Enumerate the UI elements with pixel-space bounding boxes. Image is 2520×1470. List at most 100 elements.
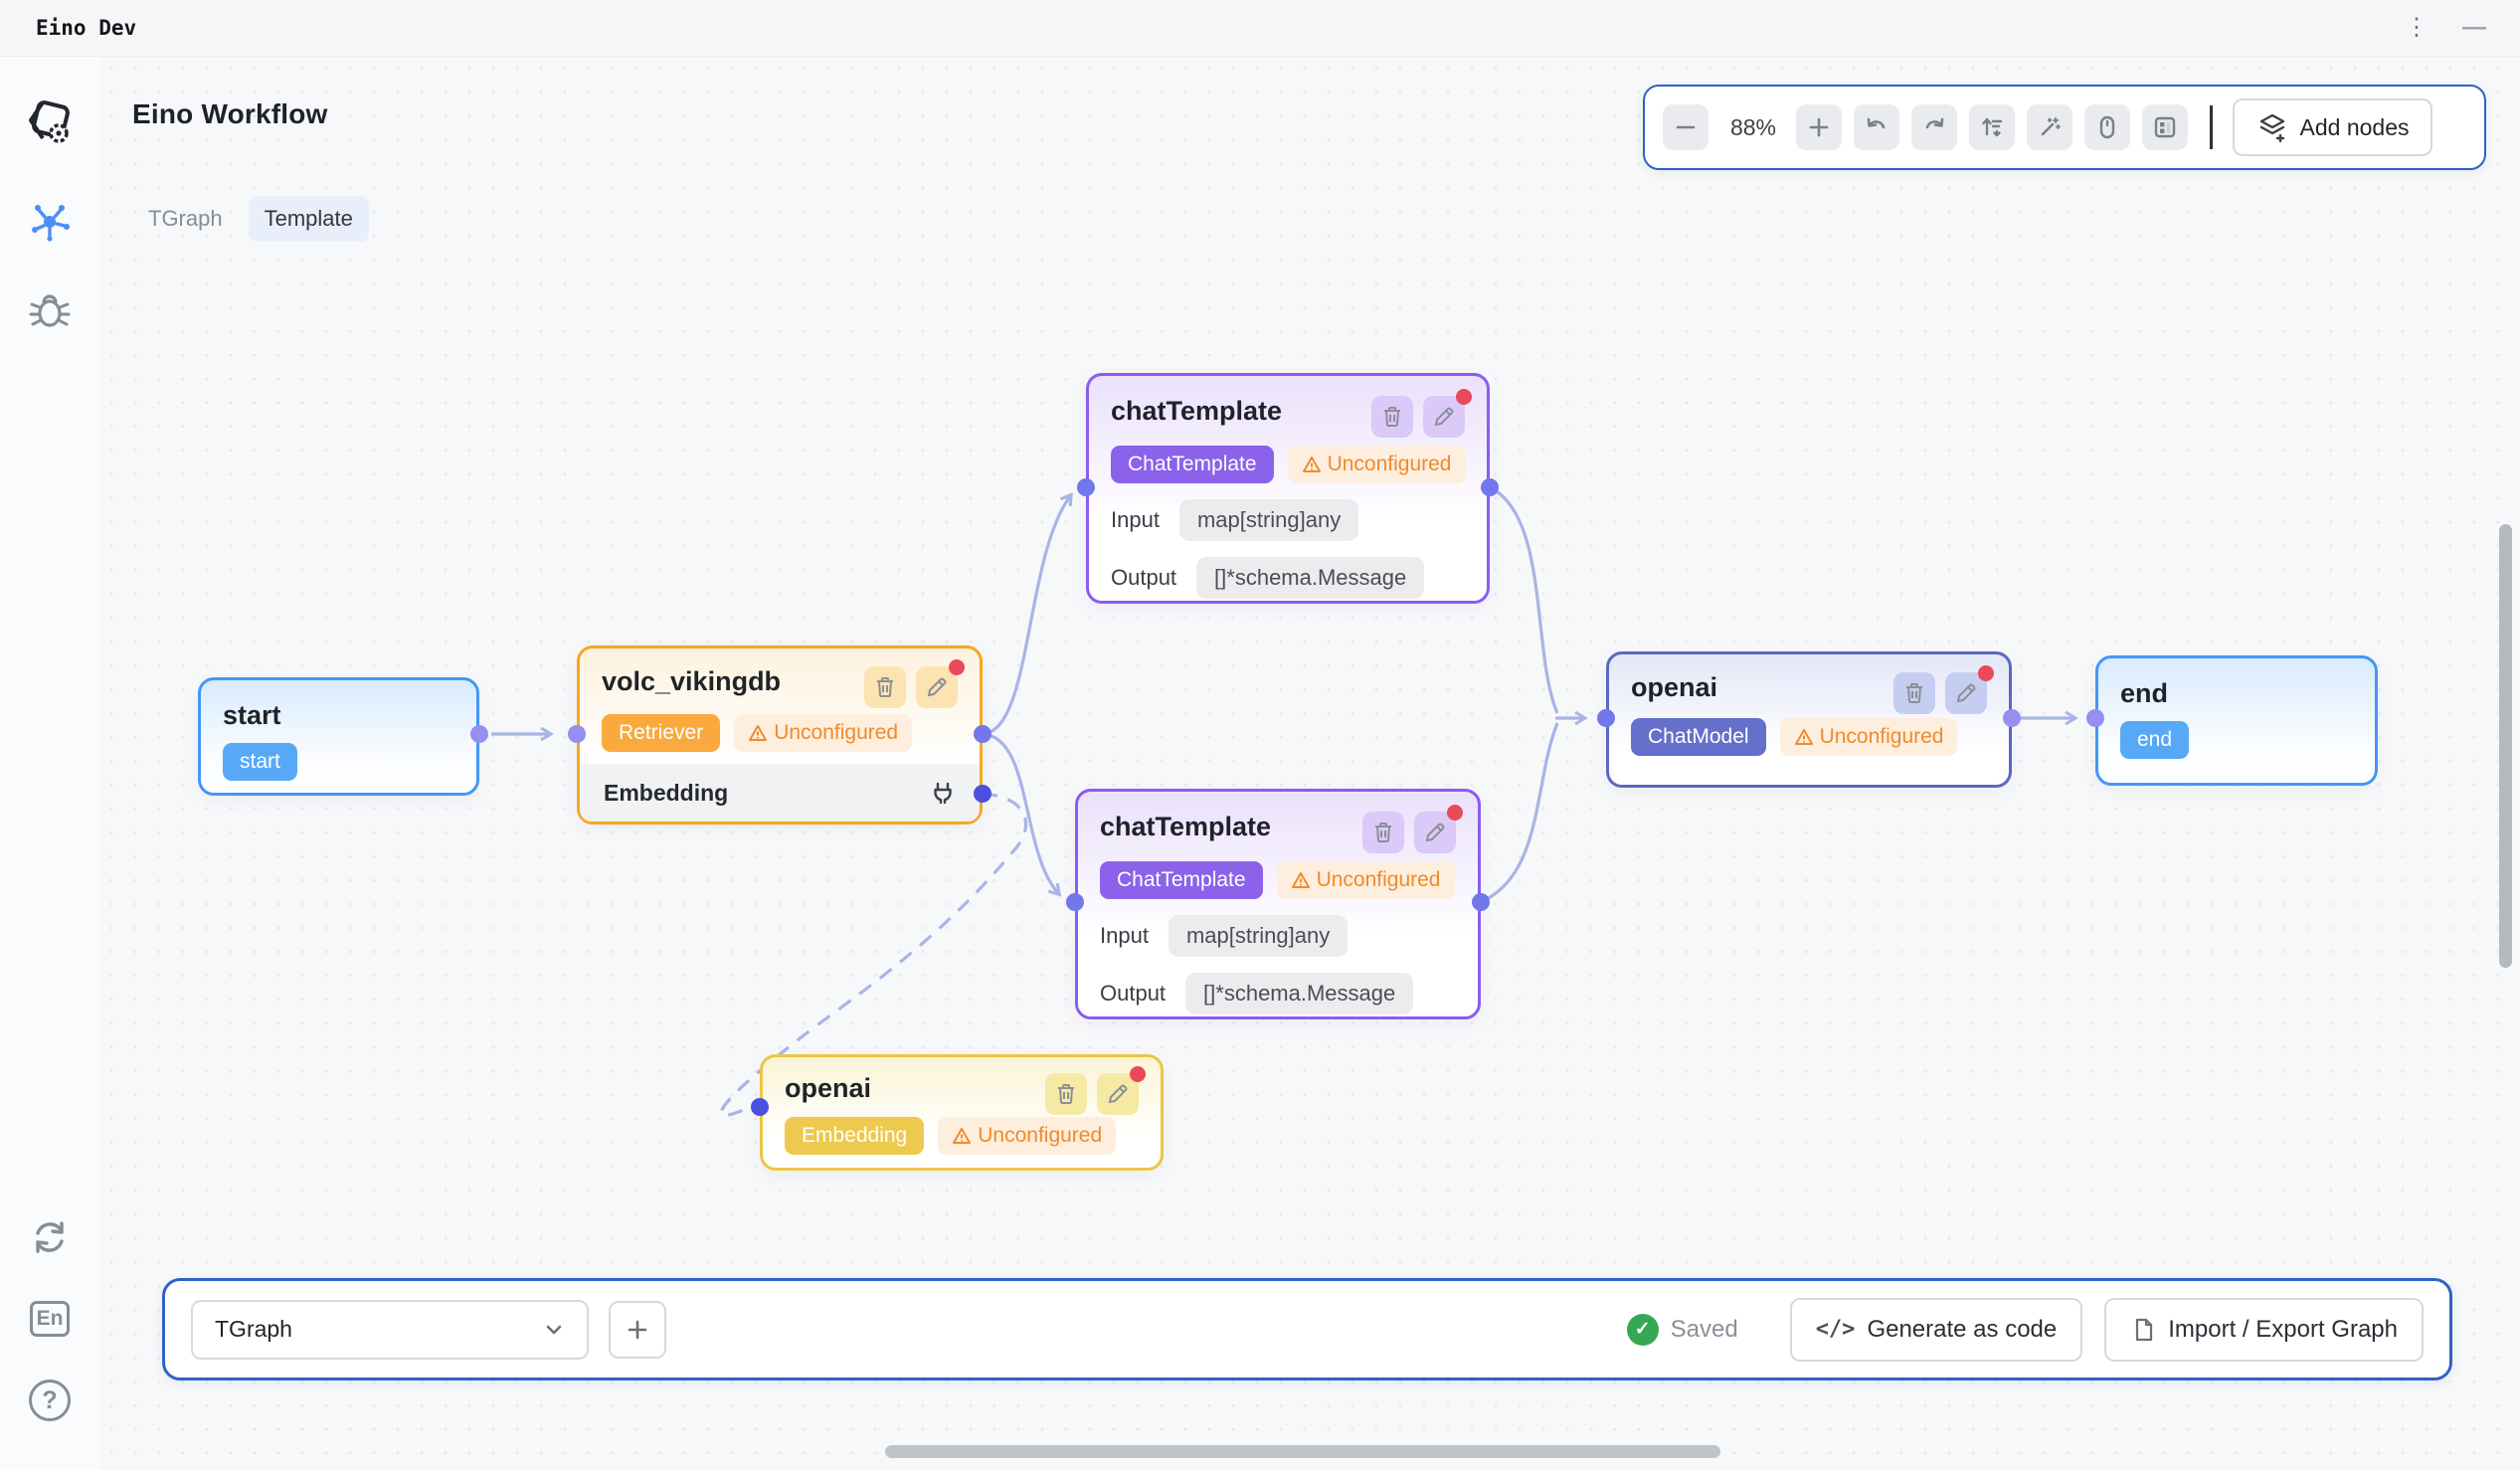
unsaved-indicator <box>1456 389 1472 405</box>
input-type-chip: map[string]any <box>1179 499 1358 541</box>
edge-chattemplate-mid-to-openai[interactable] <box>1481 723 1557 902</box>
help-icon: ? <box>29 1379 71 1421</box>
node-type-badge: ChatTemplate <box>1111 446 1274 483</box>
delete-node-button[interactable] <box>1362 812 1404 853</box>
node-type-badge: ChatModel <box>1631 718 1766 756</box>
node-type-badge: Embedding <box>785 1117 924 1155</box>
warning-icon <box>952 1126 972 1146</box>
unsaved-indicator <box>1978 665 1994 681</box>
add-nodes-button[interactable]: Add nodes <box>2233 98 2433 156</box>
output-type-chip: []*schema.Message <box>1196 557 1424 599</box>
horizontal-scrollbar[interactable] <box>885 1445 1720 1458</box>
app-window: Eino Dev ⋮ — <box>0 0 2520 1470</box>
delete-node-button[interactable] <box>1045 1073 1087 1115</box>
save-status: ✓ Saved <box>1627 1314 1738 1346</box>
sidebar-item-refresh[interactable] <box>26 1213 74 1261</box>
node-chattemplate-mid[interactable]: chatTemplate ChatTemplate <box>1075 789 1481 1019</box>
plus-icon <box>626 1318 649 1342</box>
sidebar-item-language[interactable]: En <box>26 1295 74 1343</box>
node-chattemplate-top[interactable]: chatTemplate ChatTemplate <box>1086 373 1490 604</box>
embedding-slot-row[interactable]: Embedding <box>580 764 980 822</box>
input-label: Input <box>1111 507 1160 533</box>
edge-volc-to-chattemplate-top[interactable] <box>983 496 1070 734</box>
edit-node-button[interactable] <box>1414 812 1456 853</box>
window-minimize-icon[interactable]: — <box>2462 16 2484 40</box>
panel-layout-icon <box>2152 114 2178 140</box>
pencil-icon <box>1954 681 1978 705</box>
input-type-chip: map[string]any <box>1169 915 1348 957</box>
node-title: openai <box>1631 672 1717 703</box>
language-en-icon: En <box>30 1301 70 1337</box>
vertical-scrollbar[interactable] <box>2499 524 2512 968</box>
generate-as-code-label: Generate as code <box>1867 1316 2057 1344</box>
delete-node-button[interactable] <box>864 666 906 708</box>
delete-node-button[interactable] <box>1893 672 1935 714</box>
output-label: Output <box>1100 981 1166 1007</box>
node-type-badge: end <box>2120 721 2189 759</box>
undo-button[interactable] <box>1854 104 1899 150</box>
warning-icon <box>1302 455 1322 474</box>
node-start[interactable]: start start <box>198 677 479 796</box>
node-type-badge: start <box>223 743 297 781</box>
delete-node-button[interactable] <box>1371 396 1413 438</box>
node-type-badge: ChatTemplate <box>1100 861 1263 899</box>
check-circle-icon: ✓ <box>1627 1314 1659 1346</box>
pointer-mode-button[interactable] <box>2084 104 2130 150</box>
undo-icon <box>1864 114 1890 140</box>
unconfigured-badge: Unconfigured <box>734 714 912 752</box>
node-openai-chatmodel[interactable]: openai ChatModel <box>1606 651 2012 788</box>
tab-template[interactable]: Template <box>249 196 369 242</box>
node-volc-vikingdb[interactable]: volc_vikingdb Retriever <box>577 645 983 825</box>
unsaved-indicator <box>1447 805 1463 821</box>
edit-node-button[interactable] <box>1097 1073 1139 1115</box>
page-header: Eino Workflow <box>132 98 328 130</box>
zoom-in-button[interactable] <box>1796 104 1842 150</box>
add-graph-button[interactable] <box>609 1301 666 1359</box>
generate-as-code-button[interactable]: </> Generate as code <box>1790 1298 2083 1362</box>
warning-icon <box>1291 870 1311 890</box>
panel-layout-button[interactable] <box>2142 104 2188 150</box>
embedding-slot-label: Embedding <box>604 780 728 807</box>
output-type-chip: []*schema.Message <box>1185 973 1413 1014</box>
edge-volc-to-chattemplate-mid[interactable] <box>983 734 1058 893</box>
trash-icon <box>1380 405 1404 429</box>
edit-node-button[interactable] <box>1945 672 1987 714</box>
node-end[interactable]: end end <box>2095 655 2378 786</box>
sidebar-item-debug[interactable] <box>26 286 74 334</box>
magic-wand-icon <box>2037 114 2063 140</box>
minus-icon <box>1675 116 1697 138</box>
import-export-graph-button[interactable]: Import / Export Graph <box>2104 1298 2424 1362</box>
graph-select[interactable]: TGraph <box>191 1300 589 1360</box>
workflow-canvas[interactable]: Eino Workflow TGraph Template st <box>99 57 2520 1470</box>
magic-wand-button[interactable] <box>2027 104 2072 150</box>
trash-icon <box>1371 821 1395 844</box>
node-title: chatTemplate <box>1100 812 1271 842</box>
code-icon: </> <box>1816 1317 1856 1342</box>
auto-layout-button[interactable] <box>1969 104 2015 150</box>
pencil-icon <box>1423 821 1447 844</box>
node-type-badge: Retriever <box>602 714 720 752</box>
window-menu-icon[interactable]: ⋮ <box>2405 16 2429 40</box>
redo-button[interactable] <box>1911 104 1957 150</box>
zoom-out-button[interactable] <box>1663 104 1709 150</box>
mouse-icon <box>2094 114 2120 140</box>
edit-node-button[interactable] <box>1423 396 1465 438</box>
sidebar-item-graph[interactable] <box>26 197 74 245</box>
unconfigured-badge: Unconfigured <box>1277 861 1455 899</box>
unconfigured-badge: Unconfigured <box>1288 446 1466 483</box>
tab-tgraph[interactable]: TGraph <box>132 196 239 242</box>
bug-icon <box>27 287 73 333</box>
add-nodes-label: Add nodes <box>2300 114 2410 141</box>
node-openai-embedding[interactable]: openai Embedding <box>760 1054 1164 1171</box>
edge-chattemplate-top-to-openai[interactable] <box>1490 487 1557 713</box>
node-title: volc_vikingdb <box>602 666 781 697</box>
unconfigured-badge: Unconfigured <box>1780 718 1958 756</box>
graph-tabs: TGraph Template <box>132 196 369 242</box>
sidebar-item-help[interactable]: ? <box>26 1377 74 1424</box>
unsaved-indicator <box>949 659 965 675</box>
plus-icon <box>1808 116 1830 138</box>
unconfigured-label: Unconfigured <box>1317 868 1441 892</box>
edit-node-button[interactable] <box>916 666 958 708</box>
auto-layout-icon <box>1979 114 2005 140</box>
eino-logo-icon[interactable] <box>23 96 77 155</box>
